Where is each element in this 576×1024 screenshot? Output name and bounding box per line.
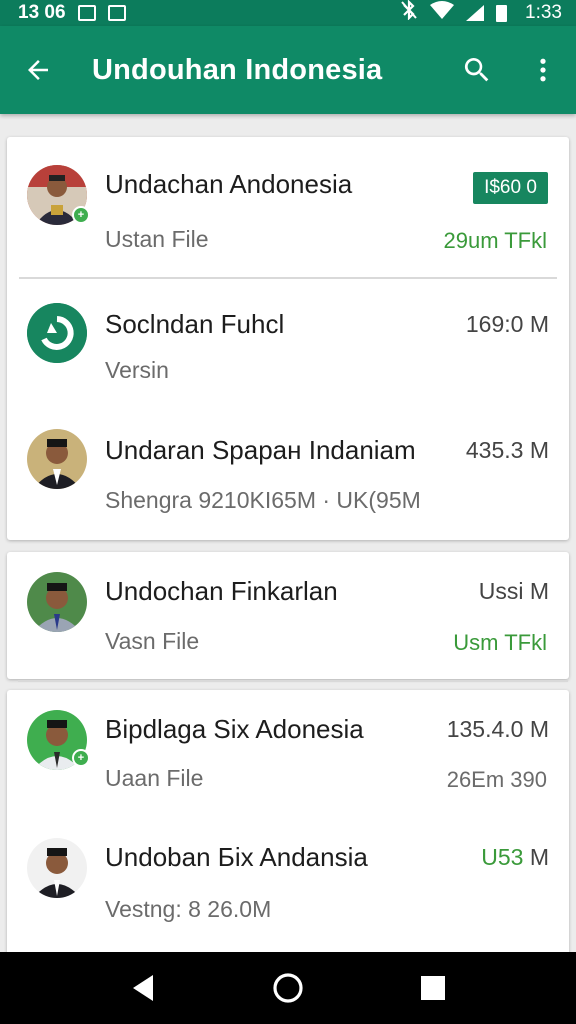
item-title: Undachan Andonesia (105, 169, 353, 199)
list-item[interactable]: Undochan Finkarlan Vasn File Ussi M Usm … (7, 552, 569, 679)
item-subtitle: Vasn File (105, 628, 200, 654)
app-logo-icon (27, 303, 87, 363)
search-icon (464, 58, 489, 82)
back-button[interactable] (0, 26, 76, 114)
verified-badge-icon: + (72, 749, 90, 767)
image-notification-icon (107, 5, 126, 21)
square-recents-icon (421, 976, 446, 1000)
item-subtitle: Versin (105, 357, 169, 383)
download-card: + Undachan Andonesia Ustan File I$60 0 2… (7, 137, 569, 540)
verified-badge-icon: + (72, 206, 90, 224)
list-item[interactable]: + Undachan Andonesia Ustan File I$60 0 2… (7, 137, 569, 279)
system-nav-bar (0, 952, 576, 1024)
file-size: 169:0 M (465, 311, 549, 337)
wifi-icon (430, 1, 455, 25)
app-bar: Undouhan Indonesia (0, 26, 576, 114)
file-size: Ussi M (478, 578, 549, 604)
file-size: U53 M (481, 844, 549, 871)
item-subtitle: Uaan File (105, 765, 204, 791)
status-bar: 13 06 1:33 (0, 0, 576, 26)
item-subtitle: Ustan File (105, 226, 209, 252)
nav-recents-button[interactable] (403, 958, 463, 1018)
person-avatar (27, 429, 87, 489)
divider (18, 680, 568, 682)
item-title: Soclndan Fuhcl (105, 309, 285, 339)
person-avatar (27, 572, 87, 632)
item-meta: 26Em 390 (446, 767, 547, 792)
battery-icon (496, 4, 508, 22)
notification-icon (77, 5, 96, 21)
file-size: 435.3 M (465, 437, 549, 463)
item-meta: 29um TFkl (443, 228, 547, 253)
list-item[interactable]: Soclndan Fuhcl Versin 169:0 M (7, 279, 569, 403)
person-avatar (27, 838, 87, 898)
circle-home-icon (273, 973, 303, 1003)
item-meta: Usm TFkl (453, 630, 547, 655)
status-time: 1:33 (525, 2, 562, 23)
cell-signal-icon (466, 5, 485, 21)
nav-home-button[interactable] (258, 958, 318, 1018)
more-options-button[interactable] (510, 26, 576, 114)
list-item[interactable]: Undoban Бix Andansia Vestng: 8 26.0M U53… (7, 824, 569, 958)
item-subtitle: Vestng: 8 26.0M (105, 896, 272, 922)
file-size-value: U53 (481, 844, 524, 870)
item-title: Undochan Finkarlan (105, 576, 338, 606)
item-title: Undoban Бix Andansia (105, 842, 368, 872)
more-vert-icon (540, 58, 546, 82)
item-title: Undaran Spaран Indaniam (105, 435, 416, 465)
triangle-back-icon (132, 975, 153, 1001)
item-subtitle: Shengra 9210KI65M · UK(95M (105, 487, 421, 513)
status-badge[interactable]: I$60 0 (473, 172, 548, 204)
list-item[interactable]: Undaran Spaран Indaniam Shengra 9210KI65… (7, 403, 569, 540)
file-size: 135.4.0 M (446, 716, 549, 742)
nav-back-button[interactable] (113, 958, 173, 1018)
item-title: Bipdlaga Six Adonesia (105, 714, 364, 744)
arrow-back-icon (28, 60, 48, 80)
bluetooth-off-icon (400, 0, 418, 26)
download-card: Undochan Finkarlan Vasn File Ussi M Usm … (7, 552, 569, 679)
page-title: Undouhan Indonesia (92, 53, 383, 86)
download-card: + Bipdlaga Six Adonesia Uaan File 135.4.… (7, 690, 569, 958)
status-bar-left-text: 13 06 (18, 2, 66, 23)
file-size-unit: M (529, 844, 549, 870)
list-item[interactable]: + Bipdlaga Six Adonesia Uaan File 135.4.… (7, 690, 569, 824)
search-button[interactable] (444, 26, 510, 114)
